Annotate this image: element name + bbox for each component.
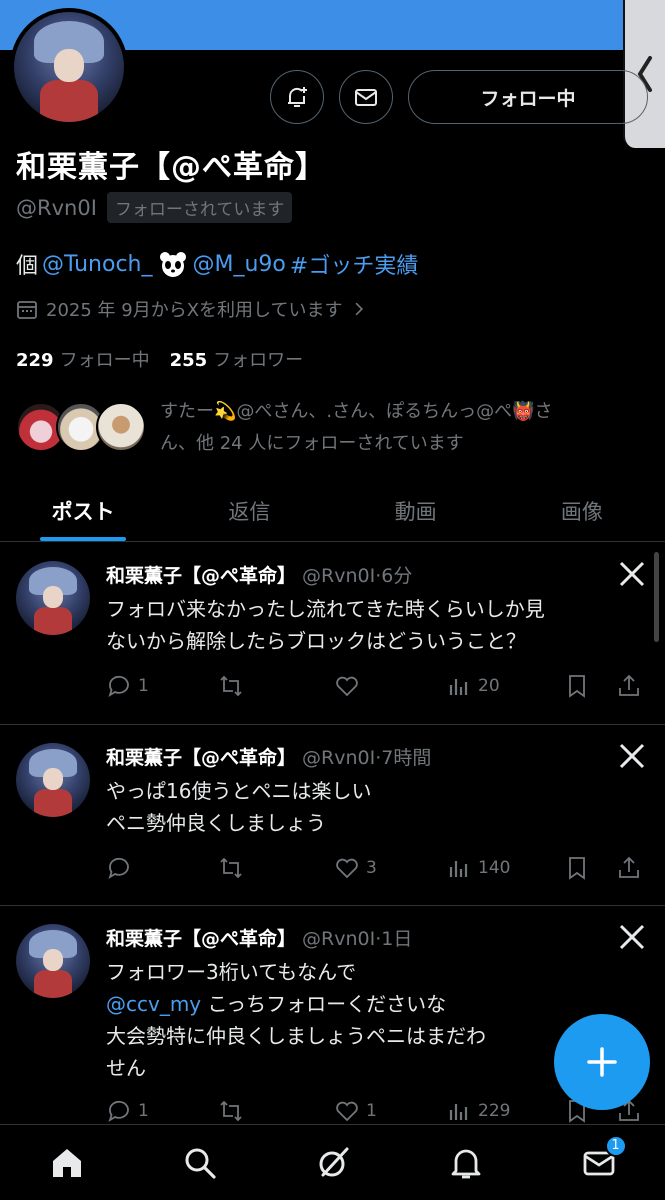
post-actions: 1 20	[106, 673, 646, 699]
bookmark-icon	[569, 857, 585, 880]
views-button[interactable]: 229	[446, 1098, 564, 1124]
reply-icon	[108, 675, 129, 697]
bio-mention-tunoch[interactable]: @Tunoch_	[42, 252, 152, 277]
known-followers[interactable]: すたー💫@ぺさん、.さん、ぽるちんっ@ぺ👹さ ん、他 24 人にフォローされてい…	[16, 396, 646, 460]
post-avatar[interactable]	[16, 561, 90, 635]
like-button[interactable]: 3	[334, 855, 446, 881]
post-avatar[interactable]	[16, 743, 90, 817]
envelope-icon	[355, 89, 377, 106]
heart-icon	[336, 1101, 358, 1122]
tab-images[interactable]: 画像	[499, 480, 665, 541]
post-text: フォロバ来なかったし流れてきた時くらいしか見 ないから解除したらブロックはどういう…	[106, 597, 545, 653]
reply-button[interactable]: 1	[106, 1098, 218, 1124]
handle-row: @Rvn0I フォローされています	[16, 192, 293, 223]
nav-home[interactable]	[37, 1133, 97, 1193]
analytics-icon	[449, 861, 468, 877]
profile-handle: @Rvn0I	[16, 195, 97, 220]
repost-icon	[220, 675, 242, 697]
nav-messages[interactable]: 1	[569, 1133, 629, 1193]
message-button[interactable]	[339, 70, 393, 124]
panda-emoji-icon	[159, 252, 186, 277]
plus-icon	[587, 1047, 617, 1077]
repost-button[interactable]	[218, 855, 334, 881]
reply-icon	[108, 857, 129, 879]
home-icon	[52, 1148, 81, 1177]
known-followers-text: すたー💫@ぺさん、.さん、ぽるちんっ@ぺ👹さ ん、他 24 人にフォローされてい…	[160, 401, 553, 454]
post-mention[interactable]: @ccv_my	[106, 992, 201, 1016]
share-icon	[619, 856, 639, 878]
analytics-icon	[449, 1104, 468, 1120]
joined-text: 2025 年 9月からXを利用しています	[46, 300, 343, 321]
followers-count-link[interactable]: 255 フォロワー	[170, 346, 304, 372]
post-header: 和栗薫子【@ぺ革命】 @Rvn0I·1日	[106, 928, 413, 950]
analytics-icon	[449, 679, 468, 695]
views-button[interactable]: 140	[446, 855, 564, 881]
joined-date-row[interactable]: 2025 年 9月からXを利用しています	[16, 296, 367, 322]
repost-button[interactable]	[218, 673, 334, 699]
like-button[interactable]	[334, 673, 446, 699]
calendar-icon	[17, 301, 37, 319]
repost-button[interactable]	[218, 1098, 334, 1124]
profile-tabs: ポスト 返信 動画 画像	[0, 480, 665, 542]
profile-name: 和栗薫子【@ぺ革命】	[16, 150, 326, 185]
reply-icon	[108, 1100, 129, 1122]
bookmark-button[interactable]	[564, 673, 616, 699]
heart-icon	[336, 858, 358, 879]
known-followers-avatars	[16, 396, 146, 456]
bell-plus-icon	[288, 87, 307, 107]
post-avatar[interactable]	[16, 924, 90, 998]
repost-icon	[220, 857, 242, 879]
post-item[interactable]: 和栗薫子【@ぺ革命】 @Rvn0I·7時間 やっぱ16使うとペニは楽しい ペニ勢仲良…	[0, 725, 665, 906]
compose-post-button[interactable]	[554, 1014, 650, 1110]
post-header: 和栗薫子【@ぺ革命】 @Rvn0I·7時間	[106, 747, 432, 769]
grok-x-icon[interactable]	[617, 559, 647, 589]
nav-search[interactable]	[170, 1133, 230, 1193]
post-header: 和栗薫子【@ぺ革命】 @Rvn0I·6分	[106, 565, 413, 587]
heart-icon	[336, 676, 358, 697]
reply-button[interactable]	[106, 855, 218, 881]
profile-bio: 個 @Tunoch_ @M_u9o #ゴッチ実績	[16, 248, 418, 280]
share-button[interactable]	[616, 673, 642, 699]
views-button[interactable]: 20	[446, 673, 564, 699]
bio-prefix: 個	[16, 254, 39, 279]
post-actions: 3 140	[106, 855, 646, 881]
nav-notifications[interactable]	[436, 1133, 496, 1193]
post-text: フォロワー3桁いてもなんで @ccv_my こっちフォローくださいな 大会勢特に…	[106, 960, 486, 1080]
tab-videos[interactable]: 動画	[333, 480, 499, 541]
chevron-right-icon	[355, 302, 363, 316]
bookmark-icon	[569, 675, 585, 698]
search-icon	[185, 1148, 216, 1179]
reply-button[interactable]: 1	[106, 673, 218, 699]
bottom-navigation: 1	[0, 1124, 665, 1200]
like-button[interactable]: 1	[334, 1098, 446, 1124]
nav-grok[interactable]	[303, 1133, 363, 1193]
grok-x-icon[interactable]	[617, 922, 647, 952]
tab-posts[interactable]: ポスト	[0, 480, 166, 541]
messages-badge: 1	[604, 1134, 627, 1157]
bio-hashtag[interactable]: #ゴッチ実績	[290, 248, 418, 280]
grok-x-icon[interactable]	[617, 741, 647, 771]
grok-icon	[319, 1147, 348, 1176]
post-text: やっぱ16使うとペニは楽しい ペニ勢仲良くしましょう	[106, 779, 372, 835]
share-icon	[619, 674, 639, 696]
tab-replies[interactable]: 返信	[166, 480, 332, 541]
profile-avatar[interactable]	[10, 8, 128, 126]
share-button[interactable]	[616, 855, 642, 881]
bookmark-button[interactable]	[564, 855, 616, 881]
avatar	[96, 402, 146, 452]
follows-you-badge: フォローされています	[106, 192, 293, 223]
following-button[interactable]: フォロー中	[408, 70, 648, 124]
following-count-link[interactable]: 229 フォロー中	[16, 346, 150, 372]
notify-button[interactable]	[270, 70, 324, 124]
post-actions: 1 1 229	[106, 1098, 646, 1124]
repost-icon	[220, 1100, 242, 1122]
bio-mention-mu9o[interactable]: @M_u9o	[193, 252, 286, 277]
bell-icon	[451, 1149, 480, 1178]
post-item[interactable]: 和栗薫子【@ぺ革命】 @Rvn0I·6分 フォロバ来なかったし流れてきた時くらいし…	[0, 543, 665, 725]
follow-counts: 229 フォロー中 255 フォロワー	[16, 346, 303, 372]
